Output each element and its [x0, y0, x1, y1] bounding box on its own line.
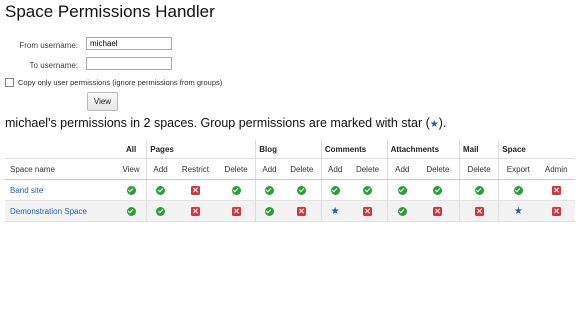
permission-cell [146, 179, 174, 201]
column-header: Admin [537, 158, 575, 180]
x-square-icon [190, 206, 200, 216]
check-circle-icon [231, 185, 241, 195]
column-header: View [115, 158, 147, 180]
permission-cell: ★ [320, 200, 349, 222]
column-header-space-name: Space name [5, 158, 116, 180]
check-circle-icon [397, 206, 407, 216]
permission-cell [498, 179, 538, 201]
copy-only-row: Copy only user permissions (ignore permi… [5, 78, 222, 87]
x-square-icon [231, 206, 241, 216]
page: Space Permissions Handler From username:… [0, 0, 580, 330]
permission-cell [386, 200, 417, 222]
star-icon: ★ [513, 205, 523, 217]
check-circle-icon [330, 185, 340, 195]
star-icon: ★ [429, 119, 439, 130]
from-username-input[interactable] [86, 37, 172, 50]
copy-only-checkbox[interactable] [5, 78, 14, 87]
group-header-attachments: Attachments [386, 140, 460, 159]
check-circle-icon [264, 206, 274, 216]
check-circle-icon [433, 185, 443, 195]
permission-cell [255, 200, 283, 222]
table-row: Demonstration Space ★ ★ [5, 200, 575, 222]
to-username-input[interactable] [86, 57, 172, 70]
space-link[interactable]: Band site [10, 186, 43, 195]
space-link[interactable]: Demonstration Space [10, 207, 87, 216]
permission-cell [146, 200, 174, 222]
summary-main: michael's permissions in 2 spaces. Group… [5, 116, 430, 130]
summary-text: michael's permissions in 2 spaces. Group… [5, 116, 446, 130]
check-circle-icon [474, 185, 484, 195]
permission-cell: ★ [498, 200, 538, 222]
permissions-table: All Pages Blog Comments Attachments Mail… [5, 140, 575, 222]
permission-cell [386, 179, 417, 201]
check-circle-icon [156, 185, 166, 195]
column-header: Delete [282, 158, 322, 180]
group-header-pages: Pages [146, 140, 256, 159]
check-circle-icon [297, 185, 307, 195]
permission-cell [255, 179, 283, 201]
permission-cell [116, 201, 147, 222]
group-header-mail: Mail [458, 140, 499, 159]
permission-cell [283, 180, 322, 201]
permission-cell [458, 200, 499, 222]
x-square-icon [433, 206, 443, 216]
permission-cell [116, 180, 147, 201]
x-square-icon [474, 206, 484, 216]
column-header: Delete [458, 158, 499, 180]
permission-cell [320, 179, 349, 201]
column-header: Add [146, 158, 174, 180]
check-circle-icon [397, 185, 407, 195]
space-name-cell: Band site [5, 180, 116, 201]
check-circle-icon [126, 185, 136, 195]
check-circle-icon [363, 185, 373, 195]
group-header-empty [5, 140, 116, 159]
column-header: Export [498, 158, 538, 180]
permission-cell [537, 201, 575, 222]
from-username-label: From username: [19, 41, 78, 50]
copy-only-label: Copy only user permissions (ignore permi… [18, 78, 223, 87]
check-circle-icon [156, 206, 166, 216]
permission-cell [537, 180, 575, 201]
group-header-space: Space [498, 140, 575, 159]
check-circle-icon [264, 185, 274, 195]
x-square-icon [190, 185, 200, 195]
permission-cell [283, 201, 322, 222]
summary-end: ). [438, 116, 447, 130]
x-square-icon [551, 185, 561, 195]
permission-cell [217, 180, 256, 201]
check-circle-icon [513, 185, 523, 195]
column-header: Delete [416, 158, 460, 180]
permission-cell [417, 201, 460, 222]
permissions-body: Band site Demonstration Space ★ ★ [5, 179, 575, 222]
column-header-row: Space name View Add Restrict Delete Add Delet… [5, 158, 575, 180]
column-header: Add [255, 158, 283, 180]
x-square-icon [363, 206, 373, 216]
page-title: Space Permissions Handler [5, 2, 215, 21]
group-header-blog: Blog [255, 140, 322, 159]
column-header: Restrict [173, 158, 218, 180]
column-header: Add [320, 158, 349, 180]
space-name-cell: Demonstration Space [5, 201, 116, 222]
star-icon: ★ [330, 205, 340, 217]
x-square-icon [551, 206, 561, 216]
x-square-icon [297, 206, 307, 216]
check-circle-icon [126, 206, 136, 216]
group-header-comments: Comments [320, 140, 388, 159]
column-header: Add [386, 158, 417, 180]
permission-cell [417, 180, 460, 201]
table-row: Band site [5, 179, 575, 201]
permission-cell [217, 201, 256, 222]
permission-cell [348, 201, 387, 222]
permission-cell [174, 201, 217, 222]
permission-cell [174, 180, 217, 201]
view-button[interactable]: View [87, 92, 118, 111]
column-header: Delete [348, 158, 388, 180]
group-header-all: All [115, 140, 147, 159]
column-header: Delete [217, 158, 256, 180]
permission-cell [348, 180, 387, 201]
permission-cell [458, 179, 499, 201]
group-header-row: All Pages Blog Comments Attachments Mail… [5, 140, 575, 159]
to-username-label: To username: [29, 61, 78, 70]
